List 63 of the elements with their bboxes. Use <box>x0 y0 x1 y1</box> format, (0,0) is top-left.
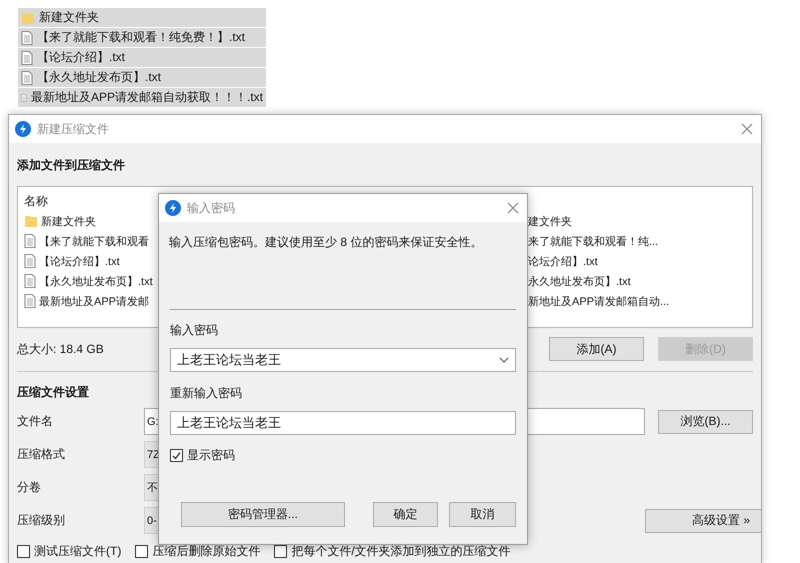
chevron-down-icon <box>499 357 509 363</box>
option-checkbox-label[interactable]: 压缩后删除原始文件 <box>135 543 260 560</box>
file-name: 最新地址及APP请发邮箱自动获取！！！.txt <box>30 89 263 106</box>
close-icon[interactable] <box>507 202 519 214</box>
file-name: 【来了就能下载和观看！纯免费！】.txt <box>37 29 246 46</box>
list-item[interactable]: 【永久地址发布页】.txt <box>18 271 160 291</box>
list-item[interactable]: 最新地址及APP请发邮 <box>18 291 160 311</box>
cancel-button[interactable]: 取消 <box>448 502 516 527</box>
file-row[interactable]: 【永久地址发布页】.txt <box>18 68 266 87</box>
app-logo-icon <box>15 121 31 137</box>
path-cell-text: 论坛介绍】.txt <box>527 254 599 270</box>
option-checkbox-label[interactable]: 把每个文件/文件夹添加到独立的压缩文件 <box>274 543 511 560</box>
section-title: 压缩文件设置 <box>17 385 89 399</box>
field-label: 分卷 <box>17 479 42 496</box>
option-checkbox-label[interactable]: 测试压缩文件(T) <box>17 543 122 560</box>
path-cell-text: 来了就能下载和观看！纯... <box>527 234 660 250</box>
password-combo[interactable]: 上老王论坛当老王 <box>170 348 516 372</box>
show-password-checkbox-label[interactable]: 显示密码 <box>170 447 516 464</box>
path-cell-text: 永久地址发布页】.txt <box>527 274 632 290</box>
folder-icon <box>24 214 38 228</box>
file-name: 【永久地址发布页】.txt <box>37 69 162 86</box>
document-icon <box>24 254 36 268</box>
file-row[interactable]: 【论坛介绍】.txt <box>18 48 266 67</box>
list-item[interactable]: 新建文件夹 <box>18 211 160 231</box>
field-label: 输入密码 <box>170 322 219 339</box>
browse-button[interactable]: 浏览(B)... <box>658 410 753 434</box>
list-item[interactable]: 【论坛介绍】.txt <box>18 251 160 271</box>
field-label: 重新输入密码 <box>170 385 243 402</box>
column-header[interactable]: 名称 <box>18 191 160 211</box>
checkbox[interactable] <box>17 545 30 558</box>
document-icon <box>24 294 36 308</box>
hint-text: 输入压缩包密码。建议使用至少 8 位的密码来保证安全性。 <box>169 234 484 251</box>
document-icon <box>24 274 36 288</box>
folder-icon <box>21 10 35 24</box>
field-label: 文件名 <box>17 413 54 430</box>
password-manager-button[interactable]: 密码管理器... <box>181 502 345 527</box>
document-icon <box>21 70 33 84</box>
document-icon <box>21 50 33 64</box>
file-name: 【论坛介绍】.txt <box>37 49 126 66</box>
path-cell-text: 新地址及APP请发邮箱自动... <box>527 294 670 310</box>
file-row[interactable]: 【来了就能下载和观看！纯免费！】.txt <box>18 28 266 47</box>
document-icon <box>21 30 33 44</box>
confirm-password-field[interactable]: 上老王论坛当老王 <box>170 411 516 435</box>
list-item[interactable]: 【来了就能下载和观看 <box>18 231 160 251</box>
advanced-settings-button[interactable]: 高级设置 » <box>645 508 761 532</box>
checkbox[interactable] <box>170 449 183 462</box>
dialog-title: 输入密码 <box>187 200 236 216</box>
field-label: 压缩格式 <box>17 446 66 463</box>
file-row[interactable]: 新建文件夹 <box>18 8 266 27</box>
add-button[interactable]: 添加(A) <box>549 337 644 361</box>
checkbox[interactable] <box>274 545 288 558</box>
path-cell-text: 建文件夹 <box>527 214 573 230</box>
section-title: 添加文件到压缩文件 <box>17 158 125 172</box>
ok-button[interactable]: 确定 <box>372 502 438 527</box>
total-size: 总大小: 18.4 GB <box>17 340 105 358</box>
document-icon <box>24 234 36 248</box>
app-logo-icon <box>165 200 181 216</box>
checkbox[interactable] <box>135 545 148 558</box>
file-row[interactable]: 最新地址及APP请发邮箱自动获取！！！.txt <box>18 88 266 107</box>
close-icon[interactable] <box>741 123 753 135</box>
file-name: 新建文件夹 <box>39 9 99 26</box>
window-title: 新建压缩文件 <box>37 120 110 138</box>
field-label: 压缩级别 <box>17 512 66 529</box>
